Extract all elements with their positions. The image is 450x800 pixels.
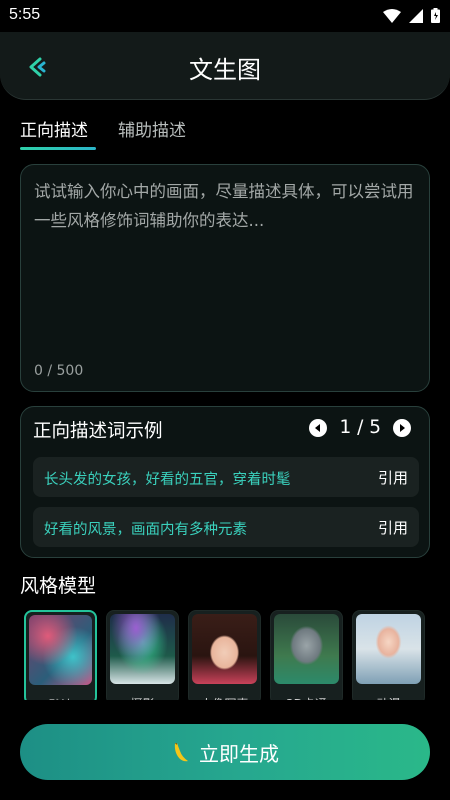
- model-card-photography[interactable]: 摄影: [106, 610, 179, 705]
- style-model-list: 默认 摄影 人像写真 3D卡通 动漫: [20, 610, 450, 705]
- next-page-button[interactable]: [393, 418, 411, 437]
- page-title: 文生图: [189, 56, 261, 84]
- page-indicator: 1 / 5: [339, 417, 381, 438]
- style-model-label: 风格模型: [20, 575, 97, 597]
- prompt-examples-panel: 正向描述词示例 1 / 5 长头发的女孩，好看的五官，穿着时髦 引用 好看的风景…: [20, 406, 430, 558]
- prev-page-button[interactable]: [309, 418, 328, 437]
- example-item: 好看的风景，画面内有多种元素 引用: [33, 507, 419, 547]
- triangle-left-icon: [315, 423, 321, 432]
- tab-positive-description[interactable]: 正向描述: [20, 116, 96, 156]
- character-counter: 0 / 500: [34, 363, 84, 379]
- prompt-placeholder: 试试输入你心中的画面，尽量描述具体，可以尝试用一些风格修饰词辅助你的表达...: [34, 182, 414, 230]
- model-thumbnail: [192, 614, 257, 684]
- app-header: 文生图: [0, 32, 450, 100]
- examples-title: 正向描述词示例: [33, 421, 163, 442]
- signal-icon: [409, 8, 423, 23]
- status-icons: [383, 8, 440, 23]
- model-thumbnail: [110, 614, 175, 684]
- model-card-anime[interactable]: 动漫: [352, 610, 425, 705]
- status-bar: 5:55: [0, 0, 450, 32]
- cite-button[interactable]: 引用: [378, 467, 408, 488]
- model-thumbnail: [274, 614, 339, 684]
- wifi-icon: [383, 8, 401, 23]
- examples-pager: 1 / 5: [309, 417, 411, 438]
- battery-icon: [431, 8, 440, 23]
- prompt-textarea[interactable]: 试试输入你心中的画面，尽量描述具体，可以尝试用一些风格修饰词辅助你的表达... …: [20, 164, 430, 392]
- cite-button[interactable]: 引用: [378, 517, 408, 538]
- description-tabs: 正向描述 辅助描述: [20, 116, 186, 156]
- example-item: 长头发的女孩，好看的五官，穿着时髦 引用: [33, 457, 419, 497]
- triangle-right-icon: [400, 423, 405, 432]
- banana-icon: [174, 743, 188, 762]
- status-time: 5:55: [9, 6, 41, 23]
- model-card-default[interactable]: 默认: [24, 610, 97, 705]
- generate-label: 立即生成: [199, 741, 279, 766]
- model-thumbnail: [356, 614, 421, 684]
- example-text: 长头发的女孩，好看的五官，穿着时髦: [44, 472, 291, 488]
- generate-button[interactable]: 立即生成: [20, 724, 430, 780]
- model-card-portrait[interactable]: 人像写真: [188, 610, 261, 705]
- model-thumbnail: [29, 615, 92, 685]
- tab-auxiliary-description[interactable]: 辅助描述: [118, 116, 186, 156]
- model-card-3d-cartoon[interactable]: 3D卡通: [270, 610, 343, 705]
- example-text: 好看的风景，画面内有多种元素: [44, 522, 247, 538]
